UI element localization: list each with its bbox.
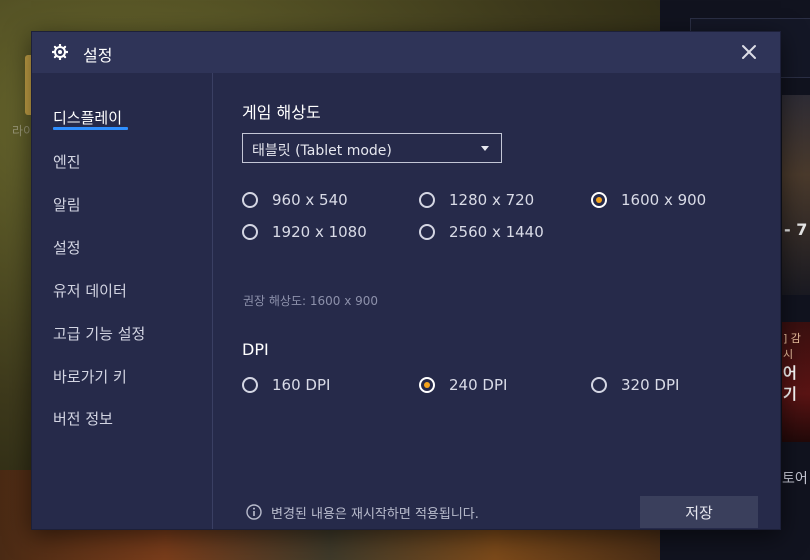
sidebar-item-engine[interactable]: 엔진 <box>53 151 81 172</box>
mode-dropdown[interactable]: 태블릿 (Tablet mode) <box>242 133 502 163</box>
radio-circle <box>591 377 607 393</box>
radio-dot <box>596 197 602 203</box>
radio-circle <box>419 192 435 208</box>
gear-icon <box>52 44 68 60</box>
sidebar-item-user-data[interactable]: 유저 데이터 <box>53 280 127 301</box>
resolution-section-title: 게임 해상도 <box>242 103 321 122</box>
settings-sidebar: 디스플레이 엔진 알림 설정 유저 데이터 고급 기능 설정 바로가기 키 버전… <box>32 73 213 529</box>
radio-label: 960 x 540 <box>272 191 348 209</box>
active-tab-indicator <box>53 127 128 130</box>
save-button[interactable]: 저장 <box>640 496 758 528</box>
store-label[interactable]: 토어 <box>782 468 808 488</box>
radio-circle-selected <box>591 192 607 208</box>
info-icon <box>246 504 262 520</box>
radio-circle-selected <box>419 377 435 393</box>
game-card-2[interactable]: ] 감시 어 기 <box>782 322 810 442</box>
dpi-section-title: DPI <box>242 340 269 359</box>
dialog-titlebar: 설정 <box>32 32 780 73</box>
game-card-2-text: 어 기 <box>783 364 797 403</box>
sidebar-item-version[interactable]: 버전 정보 <box>53 408 113 429</box>
sidebar-item-advanced[interactable]: 고급 기능 설정 <box>53 323 145 344</box>
display-settings-panel: 게임 해상도 태블릿 (Tablet mode) 960 x 540 1280 … <box>213 73 780 529</box>
radio-label: 160 DPI <box>272 376 331 394</box>
close-icon[interactable] <box>738 41 760 63</box>
game-card[interactable]: - 7 <box>782 95 810 295</box>
sidebar-item-display[interactable]: 디스플레이 <box>53 107 122 128</box>
settings-dialog: 설정 디스플레이 엔진 알림 설정 유저 데이터 고급 기능 설정 바로가기 키… <box>31 31 781 530</box>
radio-label: 1600 x 900 <box>621 191 707 209</box>
recommended-resolution-hint: 권장 해상도: 1600 x 900 <box>243 294 379 308</box>
radio-circle <box>419 224 435 240</box>
mode-dropdown-value: 태블릿 (Tablet mode) <box>252 143 392 159</box>
dialog-title: 설정 <box>83 46 113 65</box>
radio-label: 240 DPI <box>449 376 508 394</box>
chevron-down-icon <box>481 146 489 151</box>
sidebar-item-notifications[interactable]: 알림 <box>53 194 81 215</box>
radio-circle <box>242 192 258 208</box>
radio-label: 1280 x 720 <box>449 191 535 209</box>
restart-notice: 변경된 내용은 재시작하면 적용됩니다. <box>271 507 479 522</box>
radio-circle <box>242 377 258 393</box>
game-card-text: - 7 <box>784 220 808 239</box>
sidebar-item-shortcuts[interactable]: 바로가기 키 <box>53 366 127 387</box>
game-card-2-subtext: ] 감시 <box>783 332 801 361</box>
radio-dot <box>424 382 430 388</box>
radio-circle <box>242 224 258 240</box>
radio-label: 1920 x 1080 <box>272 223 367 241</box>
radio-label: 320 DPI <box>621 376 680 394</box>
radio-label: 2560 x 1440 <box>449 223 544 241</box>
sidebar-item-settings[interactable]: 설정 <box>53 237 81 258</box>
